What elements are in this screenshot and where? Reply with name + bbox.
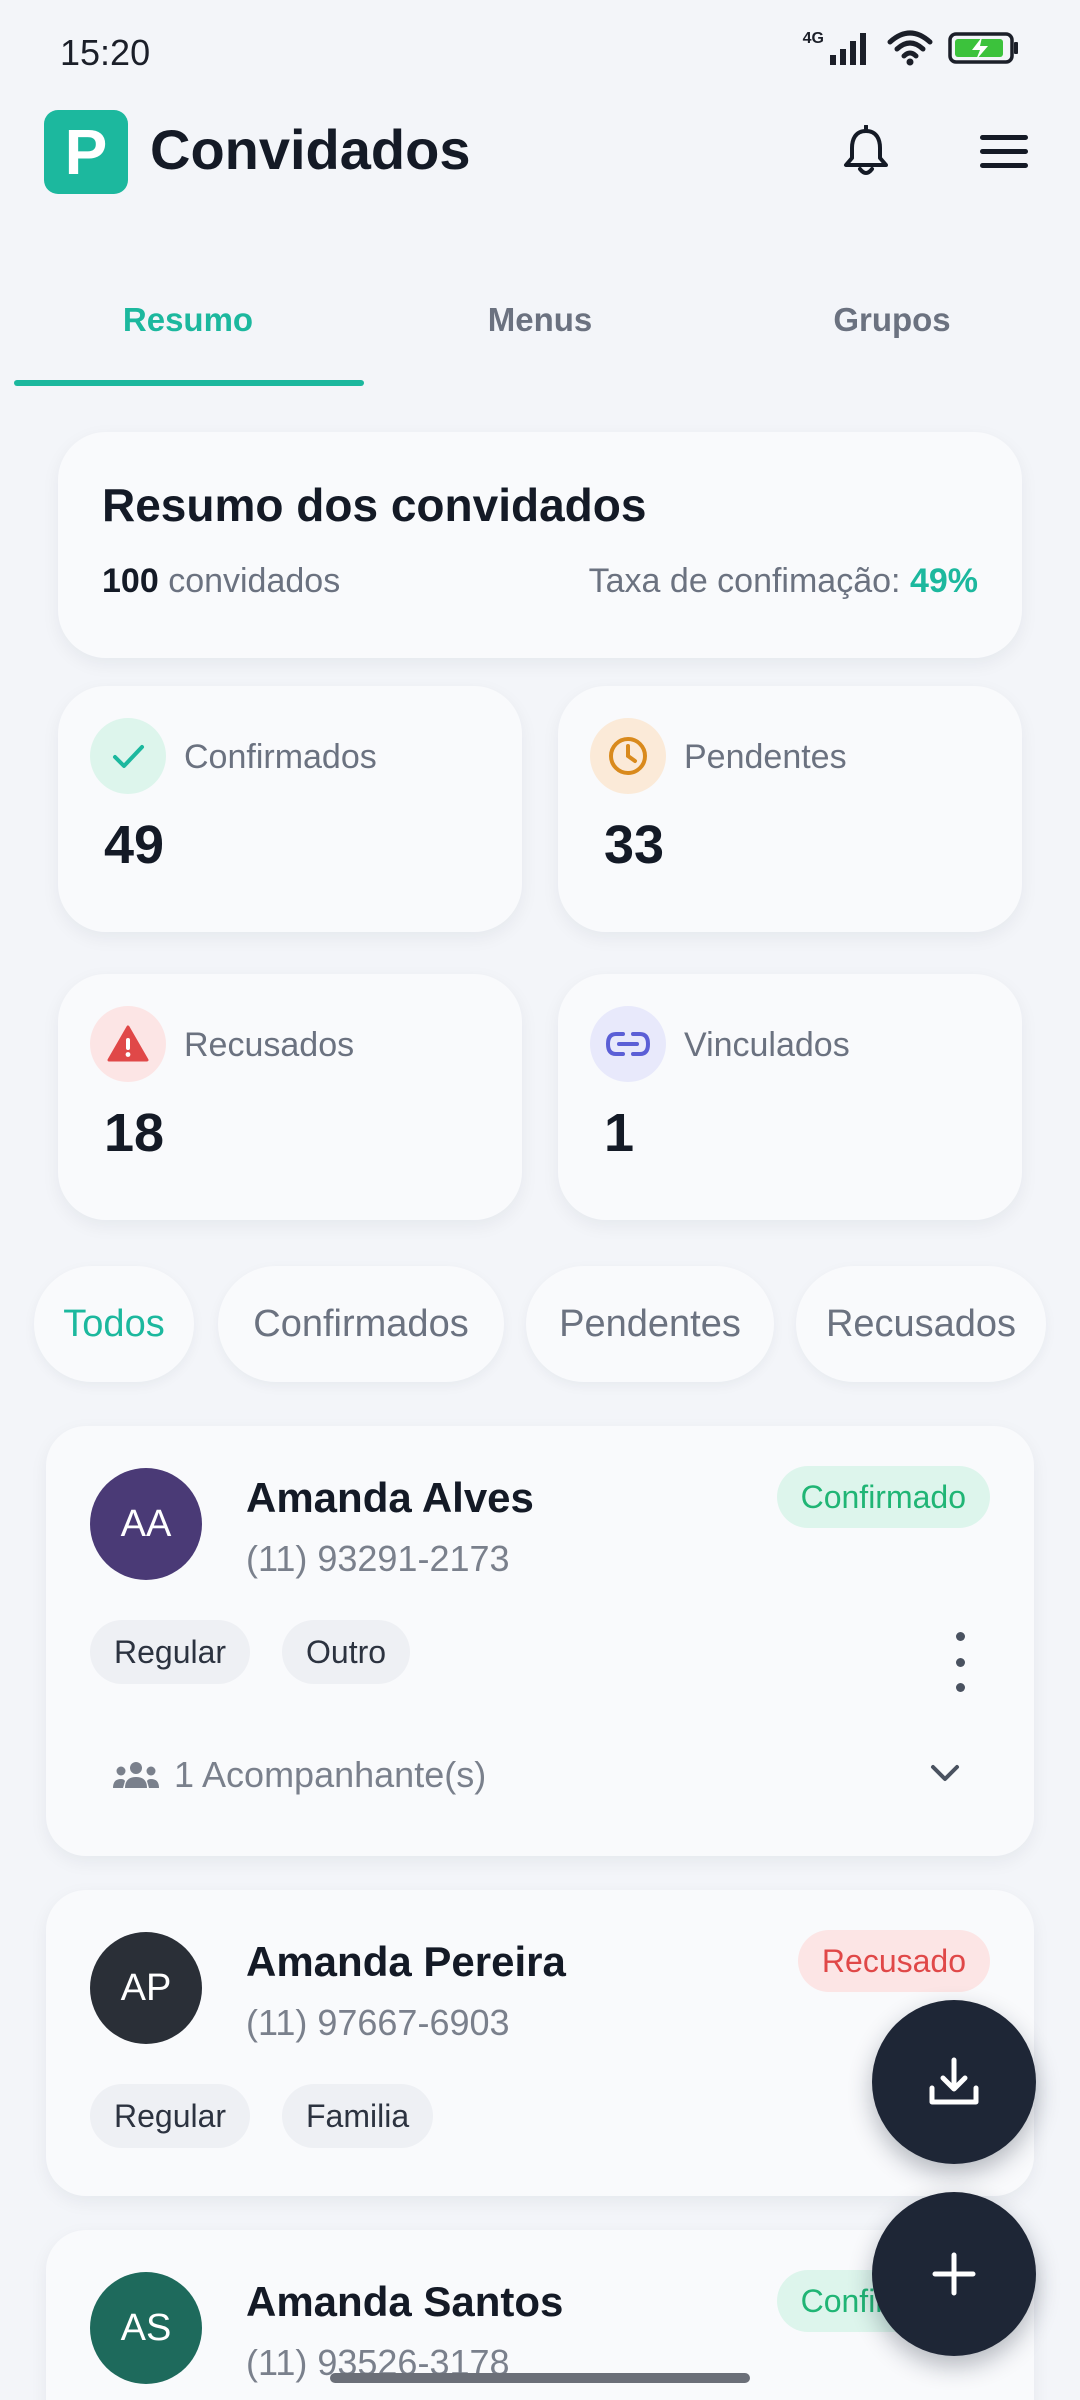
stat-value: 18 xyxy=(104,1103,165,1163)
filter-pendentes[interactable]: Pendentes xyxy=(526,1266,774,1382)
app-header: P Convidados xyxy=(0,100,1080,220)
download-icon xyxy=(929,2057,979,2105)
network-type: 4G xyxy=(802,30,824,47)
stat-value: 1 xyxy=(604,1103,635,1163)
avatar: AP xyxy=(90,1932,202,2044)
guest-phone: (11) 93291-2173 xyxy=(246,1538,510,1579)
stat-value: 33 xyxy=(604,815,665,875)
warning-icon xyxy=(90,1006,166,1082)
guest-name: Amanda Alves xyxy=(246,1474,534,1521)
stat-card-recusados[interactable]: Recusados 18 xyxy=(58,974,522,1220)
stat-label: Recusados xyxy=(184,1026,355,1064)
guest-name: Amanda Pereira xyxy=(246,1938,566,1985)
guest-name: Amanda Santos xyxy=(246,2278,564,2325)
stat-card-vinculados[interactable]: Vinculados 1 xyxy=(558,974,1022,1220)
companions-row[interactable]: 1 Acompanhante(s) xyxy=(112,1754,486,1796)
summary-card: Resumo dos convidados 100 convidados Tax… xyxy=(58,432,1022,658)
status-icons: 4G xyxy=(803,30,1020,66)
menu-button[interactable] xyxy=(966,114,1042,190)
tab-bar: Resumo Menus Grupos xyxy=(0,270,1080,390)
confirmation-rate-label: Taxa de confimação: xyxy=(588,562,901,600)
stat-card-confirmados[interactable]: Confirmados 49 xyxy=(58,686,522,932)
guest-total-value: 100 xyxy=(102,562,159,600)
stat-value: 49 xyxy=(104,815,165,875)
stat-label: Pendentes xyxy=(684,738,847,776)
home-indicator xyxy=(330,2373,750,2383)
guest-phone: (11) 97667-6903 xyxy=(246,2002,510,2043)
guest-tag: Familia xyxy=(282,2084,434,2148)
status-bar: 15:20 4G xyxy=(0,0,1080,100)
link-icon xyxy=(590,1006,666,1082)
download-button[interactable] xyxy=(872,2000,1036,2164)
stat-label: Confirmados xyxy=(184,738,377,776)
avatar: AA xyxy=(90,1468,202,1580)
active-tab-indicator xyxy=(14,380,364,386)
tab-menus[interactable]: Menus xyxy=(360,270,720,370)
status-time: 15:20 xyxy=(60,32,151,73)
more-options-button[interactable] xyxy=(950,1632,970,1692)
status-badge: Recusado xyxy=(797,1930,990,1992)
app-logo: P xyxy=(44,110,128,194)
clock-icon xyxy=(590,718,666,794)
filter-recusados[interactable]: Recusados xyxy=(796,1266,1046,1382)
guest-tag: Outro xyxy=(282,1620,411,1684)
chevron-down-icon[interactable] xyxy=(928,1762,962,1784)
notifications-button[interactable] xyxy=(828,114,904,190)
stat-label: Vinculados xyxy=(684,1026,850,1064)
tab-resumo[interactable]: Resumo xyxy=(8,270,368,370)
avatar: AS xyxy=(90,2272,202,2384)
filter-todos[interactable]: Todos xyxy=(34,1266,194,1382)
hamburger-icon xyxy=(980,135,1028,168)
check-icon xyxy=(90,718,166,794)
guest-total-label: convidados xyxy=(168,562,341,600)
confirmation-rate: Taxa de confimação: 49% xyxy=(589,562,978,601)
page-title: Convidados xyxy=(150,118,471,181)
bell-icon xyxy=(844,125,888,175)
guest-tag: Regular xyxy=(90,2084,251,2148)
battery-icon xyxy=(948,32,1018,64)
stat-card-pendentes[interactable]: Pendentes 33 xyxy=(558,686,1022,932)
companions-label: 1 Acompanhante(s) xyxy=(174,1754,487,1795)
wifi-icon xyxy=(887,30,933,66)
add-guest-button[interactable] xyxy=(872,2192,1036,2356)
summary-title: Resumo dos convidados xyxy=(102,479,647,531)
filter-confirmados[interactable]: Confirmados xyxy=(218,1266,504,1382)
plus-icon xyxy=(932,2252,976,2296)
people-icon xyxy=(113,1762,159,1788)
confirmation-rate-value: 49% xyxy=(909,562,978,600)
guest-total: 100 convidados xyxy=(102,562,340,601)
signal-icon xyxy=(830,33,866,65)
tab-grupos[interactable]: Grupos xyxy=(712,270,1072,370)
guest-card[interactable]: AA Amanda Alves (11) 93291-2173 Confirma… xyxy=(46,1426,1034,1856)
status-badge: Confirmado xyxy=(776,1466,990,1528)
guest-tag: Regular xyxy=(90,1620,251,1684)
